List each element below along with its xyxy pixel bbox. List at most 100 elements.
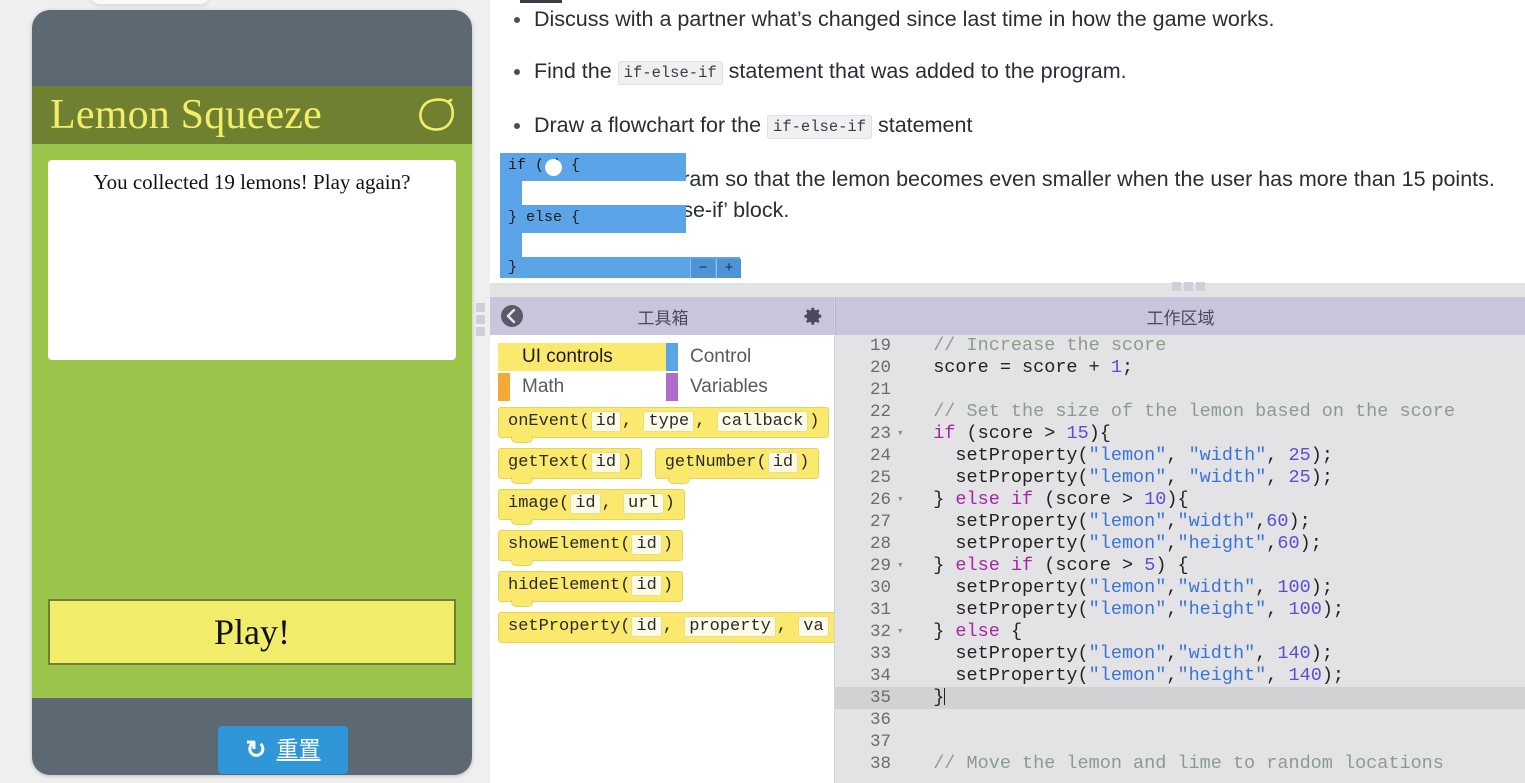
horizontal-resize-handle[interactable] (1170, 282, 1206, 291)
block-end: ) (809, 412, 820, 431)
block-arg[interactable]: id (631, 575, 662, 596)
code-line[interactable]: 27 setProperty("lemon","width",60); (835, 511, 1525, 533)
handle-dot (476, 315, 485, 324)
block-arg[interactable]: type (643, 411, 695, 432)
handle-dot (476, 327, 485, 336)
block-arg[interactable]: id (767, 452, 799, 473)
line-number: 35 (869, 688, 891, 708)
vertical-resize-handle[interactable] (476, 303, 485, 347)
block-arg[interactable]: url (623, 493, 664, 514)
code-text: setProperty("lemon","height", 140); (911, 665, 1345, 686)
category-ui-controls[interactable]: UI controls (498, 343, 666, 371)
block-arg[interactable]: id (590, 411, 622, 432)
block-fn-name: showElement( (508, 535, 631, 554)
category-variables[interactable]: Variables (666, 373, 834, 401)
code-line[interactable]: 31 setProperty("lemon","height", 100); (835, 599, 1525, 621)
block-arg[interactable]: id (590, 452, 622, 473)
code-line[interactable]: 26 ▾ } else if (score > 10){ (835, 489, 1525, 511)
code-text: setProperty("lemon", "width", 25); (911, 445, 1333, 466)
code-fold-toggle[interactable]: ▾ (897, 555, 911, 577)
category-color-swatch (498, 343, 510, 371)
play-button[interactable]: Play! (48, 599, 456, 665)
code-fold-toggle[interactable]: ▾ (897, 423, 911, 445)
toolbox-header: 工具箱 (490, 297, 834, 335)
category-label: UI controls (522, 346, 613, 367)
code-line[interactable]: 21 (835, 379, 1525, 401)
workspace-title: 工作区域 (1146, 308, 1215, 328)
block-fn-name: image( (508, 494, 570, 513)
code-line[interactable]: 34 setProperty("lemon","height", 140); (835, 665, 1525, 687)
gear-icon[interactable] (802, 305, 824, 327)
block-fn-name: hideElement( (508, 576, 631, 595)
code-line[interactable]: 32 ▾ } else { (835, 621, 1525, 643)
code-line[interactable]: 38 // Move the lemon and lime to random … (835, 753, 1525, 775)
code-line[interactable]: 37 (835, 731, 1525, 753)
block-arg[interactable]: id (570, 493, 601, 514)
text-cursor (944, 688, 946, 705)
instruction-item-3: Draw a flowchart for the if-else-if stat… (514, 110, 1513, 143)
tool-block-showelement[interactable]: showElement(id) (498, 530, 684, 566)
block-else-label: } else { (508, 209, 581, 226)
block-sep: , (695, 412, 716, 431)
tool-block-onevent[interactable]: onEvent(id, type, callback) (498, 407, 830, 443)
line-number: 26 (869, 490, 891, 510)
line-number: 30 (869, 578, 891, 598)
code-line[interactable]: 24 setProperty("lemon", "width", 25); (835, 445, 1525, 467)
instruction-item-1: Discuss with a partner what’s changed si… (514, 4, 1513, 35)
back-arrow-icon[interactable] (500, 304, 524, 328)
instruction-text-1: Discuss with a partner what’s changed si… (534, 7, 1275, 31)
line-number: 37 (869, 732, 891, 752)
line-number: 38 (869, 754, 891, 774)
code-line[interactable]: 35 } (835, 687, 1525, 709)
code-fold-toggle[interactable]: ▾ (897, 489, 911, 511)
instructions-pane: Discuss with a partner what’s changed si… (490, 0, 1525, 283)
block-arg[interactable]: callback (716, 411, 809, 432)
category-math[interactable]: Math (498, 373, 666, 401)
block-end: ) (662, 576, 674, 595)
category-label: Variables (690, 376, 768, 397)
block-end: ) (799, 453, 810, 472)
code-chip-if-else-if-2: if-else-if (767, 115, 873, 139)
code-fold-toggle[interactable]: ▾ (897, 621, 911, 643)
tool-block-hideelement[interactable]: hideElement(id) (498, 571, 684, 607)
code-line[interactable]: 25 setProperty("lemon", "width", 25); (835, 467, 1525, 489)
block-mutator-minus-button[interactable]: − (690, 259, 715, 278)
code-line[interactable]: 19 // Increase the score (835, 335, 1525, 357)
block-sep: , (776, 617, 798, 636)
tool-block-setproperty[interactable]: setProperty(id, property, va (498, 612, 834, 643)
block-footer-label: } (508, 259, 518, 276)
code-line[interactable]: 30 setProperty("lemon","width", 100); (835, 577, 1525, 599)
block-arg[interactable]: va (798, 616, 829, 637)
code-line[interactable]: 33 setProperty("lemon","width", 140); (835, 643, 1525, 665)
block-slot-1[interactable] (522, 181, 686, 205)
block-arg[interactable]: id (631, 534, 662, 555)
block-arg[interactable]: id (631, 616, 662, 637)
reset-button[interactable]: ↻ 重置 (218, 726, 348, 774)
category-control[interactable]: Control (666, 343, 834, 371)
code-line[interactable]: 20 score = score + 1; (835, 357, 1525, 379)
tool-block-image[interactable]: image(id, url) (498, 489, 685, 525)
line-number: 32 (869, 622, 891, 642)
block-preview[interactable]: if ( ) { } else { } − + (500, 153, 920, 278)
category-color-swatch (666, 373, 678, 401)
line-number: 34 (869, 666, 891, 686)
line-number: 27 (869, 512, 891, 532)
tool-block-getnumber[interactable]: getNumber(id) (654, 448, 820, 484)
block-slot-2[interactable] (522, 233, 686, 257)
code-text: setProperty("lemon","width", 140); (911, 643, 1333, 664)
code-line[interactable]: 28 setProperty("lemon","height",60); (835, 533, 1525, 555)
code-area[interactable]: 19 // Increase the score 20 score = score… (835, 335, 1525, 783)
code-line[interactable]: 22 // Set the size of the lemon based on… (835, 401, 1525, 423)
block-arg[interactable]: property (684, 616, 776, 637)
code-line[interactable]: 36 (835, 709, 1525, 731)
code-line[interactable]: 29 ▾ } else if (score > 5) { (835, 555, 1525, 577)
lemon-icon (419, 98, 455, 131)
code-line[interactable]: 23 ▾ if (score > 15){ (835, 423, 1525, 445)
code-text: // Move the lemon and lime to random loc… (911, 753, 1444, 774)
code-text: score = score + 1; (911, 357, 1134, 378)
tool-block-gettext[interactable]: getText(id) (498, 448, 643, 484)
block-mutator-plus-button[interactable]: + (716, 259, 741, 278)
handle-dot (1195, 282, 1205, 291)
handle-dot (476, 303, 485, 312)
block-condition-socket[interactable] (545, 159, 562, 176)
